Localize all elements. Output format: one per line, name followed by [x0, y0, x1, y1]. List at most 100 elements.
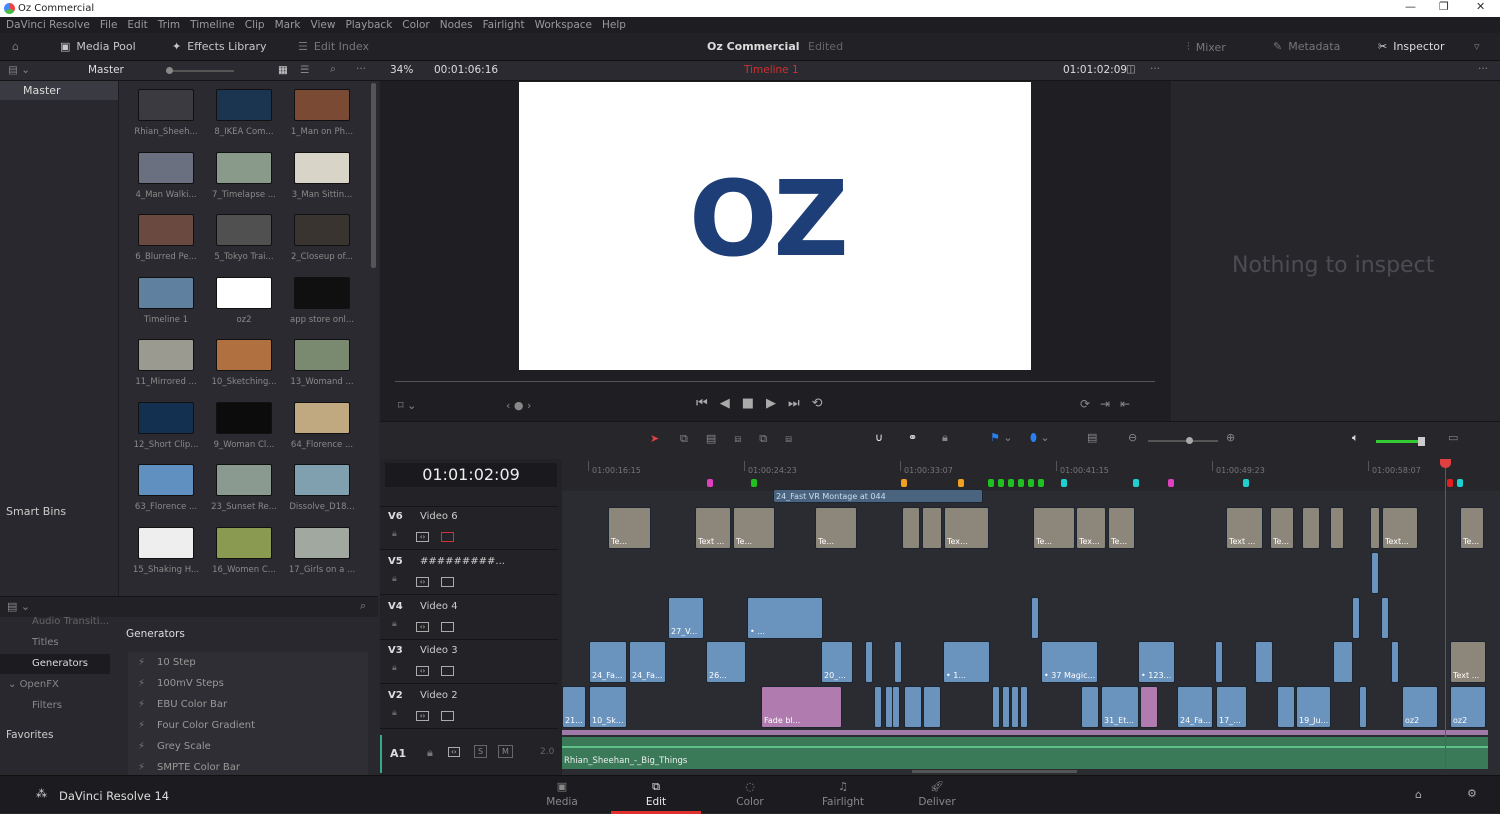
safe-area-icon[interactable]: ⌑ ⌄ — [398, 399, 416, 412]
video-clip[interactable] — [1371, 552, 1379, 594]
video-clip[interactable] — [892, 686, 900, 728]
text-clip[interactable]: Text ... — [1450, 641, 1486, 683]
page-tab-media[interactable]: ▣ Media — [517, 780, 607, 808]
viewer-layout-icon[interactable]: ◫ — [1126, 63, 1136, 75]
timeline-marker-green[interactable] — [988, 479, 994, 487]
media-thumbnail[interactable] — [138, 276, 194, 309]
flag-icon[interactable]: ⚑ ⌄ — [990, 431, 1013, 444]
zoom-out-icon[interactable]: ⊖ — [1128, 431, 1137, 444]
timeline-marker-green[interactable] — [751, 479, 757, 487]
minimize-button[interactable]: — — [1405, 0, 1416, 13]
linked-selection-icon[interactable]: ⚭ — [908, 431, 917, 444]
mixer-button[interactable]: ⫶ Mixer — [1187, 40, 1226, 54]
transport-controls[interactable]: ⏮◀■▶⏭⟲ — [696, 396, 835, 411]
menu-help[interactable]: Help — [602, 19, 626, 31]
video-clip[interactable]: • ... — [747, 597, 823, 639]
text-clip[interactable] — [1330, 507, 1344, 549]
fx-tree-audio-transitions[interactable]: Audio Transiti... — [32, 616, 109, 627]
pink-clip[interactable]: Fade bl... — [761, 686, 842, 728]
fx-tree-titles[interactable]: Titles — [32, 637, 59, 648]
viewer-options-icon[interactable]: ··· — [1150, 63, 1160, 75]
text-clip[interactable]: Te... — [1270, 507, 1294, 549]
fx-panel-toggle-icon[interactable]: ▤ ⌄ — [7, 600, 30, 613]
text-clip[interactable]: Text ... — [1226, 507, 1263, 549]
timeline-marker-cyan[interactable] — [1243, 479, 1249, 487]
maximize-button[interactable]: ❐ — [1439, 0, 1449, 13]
media-thumbnail[interactable] — [294, 214, 350, 246]
jog-control[interactable]: ‹ ● › — [506, 399, 531, 412]
timeline-scrollbar[interactable] — [912, 770, 1077, 773]
video-clip[interactable] — [1359, 686, 1367, 728]
media-thumbnail[interactable] — [294, 464, 350, 496]
video-clip[interactable]: 24_Fa... — [1177, 686, 1213, 728]
position-lock-icon[interactable]: 🔒︎ — [942, 431, 948, 445]
page-tab-color[interactable]: ◌ Color — [705, 780, 795, 808]
media-thumbnail[interactable] — [294, 526, 350, 559]
edit-index-button[interactable]: ☰ Edit Index — [298, 40, 369, 53]
video-clip[interactable] — [923, 686, 941, 728]
menu-mark[interactable]: Mark — [275, 19, 301, 31]
menu-color[interactable]: Color — [402, 19, 429, 31]
menu-fairlight[interactable]: Fairlight — [483, 19, 525, 31]
lock-icon[interactable]: 🔒︎ — [392, 663, 397, 673]
page-tab-deliver[interactable]: 🚀︎ Deliver — [892, 780, 982, 808]
media-thumbnail[interactable] — [138, 464, 194, 496]
video-clip[interactable]: 19_Ju... — [1296, 686, 1331, 728]
generator-item[interactable]: ⚡ SMPTE Color Bar — [138, 762, 240, 773]
video-clip[interactable] — [1255, 641, 1273, 683]
timeline-zoom-slider[interactable] — [1148, 437, 1218, 444]
menu-workspace[interactable]: Workspace — [535, 19, 592, 31]
menu-view[interactable]: View — [311, 19, 336, 31]
media-thumbnail[interactable] — [294, 151, 350, 184]
mute-button[interactable]: M — [498, 745, 513, 758]
video-clip[interactable]: oz2 — [1450, 686, 1486, 728]
track-name[interactable]: Video 4 — [420, 601, 458, 612]
panel-toggle-icon[interactable]: ⌂ — [12, 40, 19, 53]
video-clip[interactable] — [1391, 641, 1399, 683]
grid-view-icon[interactable]: ▦ — [278, 64, 288, 76]
generator-item[interactable]: ⚡ EBU Color Bar — [138, 699, 227, 710]
video-clip[interactable]: 27_V... — [668, 597, 704, 639]
timeline-marker-green[interactable] — [1008, 479, 1014, 487]
media-thumbnail[interactable] — [216, 151, 272, 184]
menu-edit[interactable]: Edit — [127, 19, 147, 31]
timeline-view-options-icon[interactable]: ▤ — [1087, 431, 1097, 444]
video-clip[interactable]: 20_... — [821, 641, 853, 683]
timeline-marker-green[interactable] — [1038, 479, 1044, 487]
text-clip[interactable]: Te... — [815, 507, 857, 549]
viewer-scrubber[interactable] — [395, 381, 1155, 382]
track-enable-icon[interactable] — [441, 622, 454, 632]
video-clip[interactable]: 24_Fa... — [629, 641, 666, 683]
timeline-ruler[interactable]: 01:00:16:15 01:00:24:23 01:00:33:07 01:00:4… — [562, 459, 1500, 491]
text-clip[interactable]: Text... — [1382, 507, 1418, 549]
audio-meter-icon[interactable]: ▭ — [1448, 431, 1458, 444]
bin-list-toggle-icon[interactable]: ▤ ⌄ — [8, 64, 30, 76]
video-clip[interactable] — [1215, 641, 1223, 683]
media-thumbnail[interactable] — [294, 401, 350, 434]
timeline-marker-cyan[interactable] — [1457, 479, 1463, 487]
video-clip[interactable]: • 123... — [1138, 641, 1175, 683]
inspector-options-icon[interactable]: ··· — [1478, 63, 1488, 75]
lock-icon[interactable]: 🔒︎ — [392, 529, 397, 539]
media-thumbnail[interactable] — [216, 464, 272, 496]
media-thumbnail[interactable] — [294, 276, 350, 309]
video-clip[interactable] — [1031, 597, 1039, 639]
timeline-marker-pink[interactable] — [1168, 479, 1174, 487]
viewer-zoom[interactable]: 34% — [390, 64, 413, 76]
media-thumbnail[interactable] — [216, 526, 272, 559]
selection-tool-icon[interactable]: ➤ — [650, 432, 659, 445]
video-clip[interactable] — [1333, 641, 1353, 683]
media-thumbnail[interactable] — [216, 276, 272, 309]
text-clip[interactable]: Te... — [733, 507, 775, 549]
compound-clip[interactable]: 24_Fast VR Montage at 044 — [773, 489, 983, 503]
media-thumbnail[interactable] — [138, 89, 194, 121]
thumbnail-size-slider[interactable] — [166, 67, 234, 74]
media-thumbnail[interactable] — [294, 339, 350, 371]
generator-item[interactable]: ⚡ 10 Step — [138, 657, 196, 668]
generator-item[interactable]: ⚡ 100mV Steps — [138, 678, 224, 689]
menu-timeline[interactable]: Timeline — [190, 19, 235, 31]
media-thumbnail[interactable] — [216, 214, 272, 246]
zoom-in-icon[interactable]: ⊕ — [1226, 431, 1235, 444]
timeline-marker-green[interactable] — [1028, 479, 1034, 487]
timeline-marker-orange[interactable] — [901, 479, 907, 487]
